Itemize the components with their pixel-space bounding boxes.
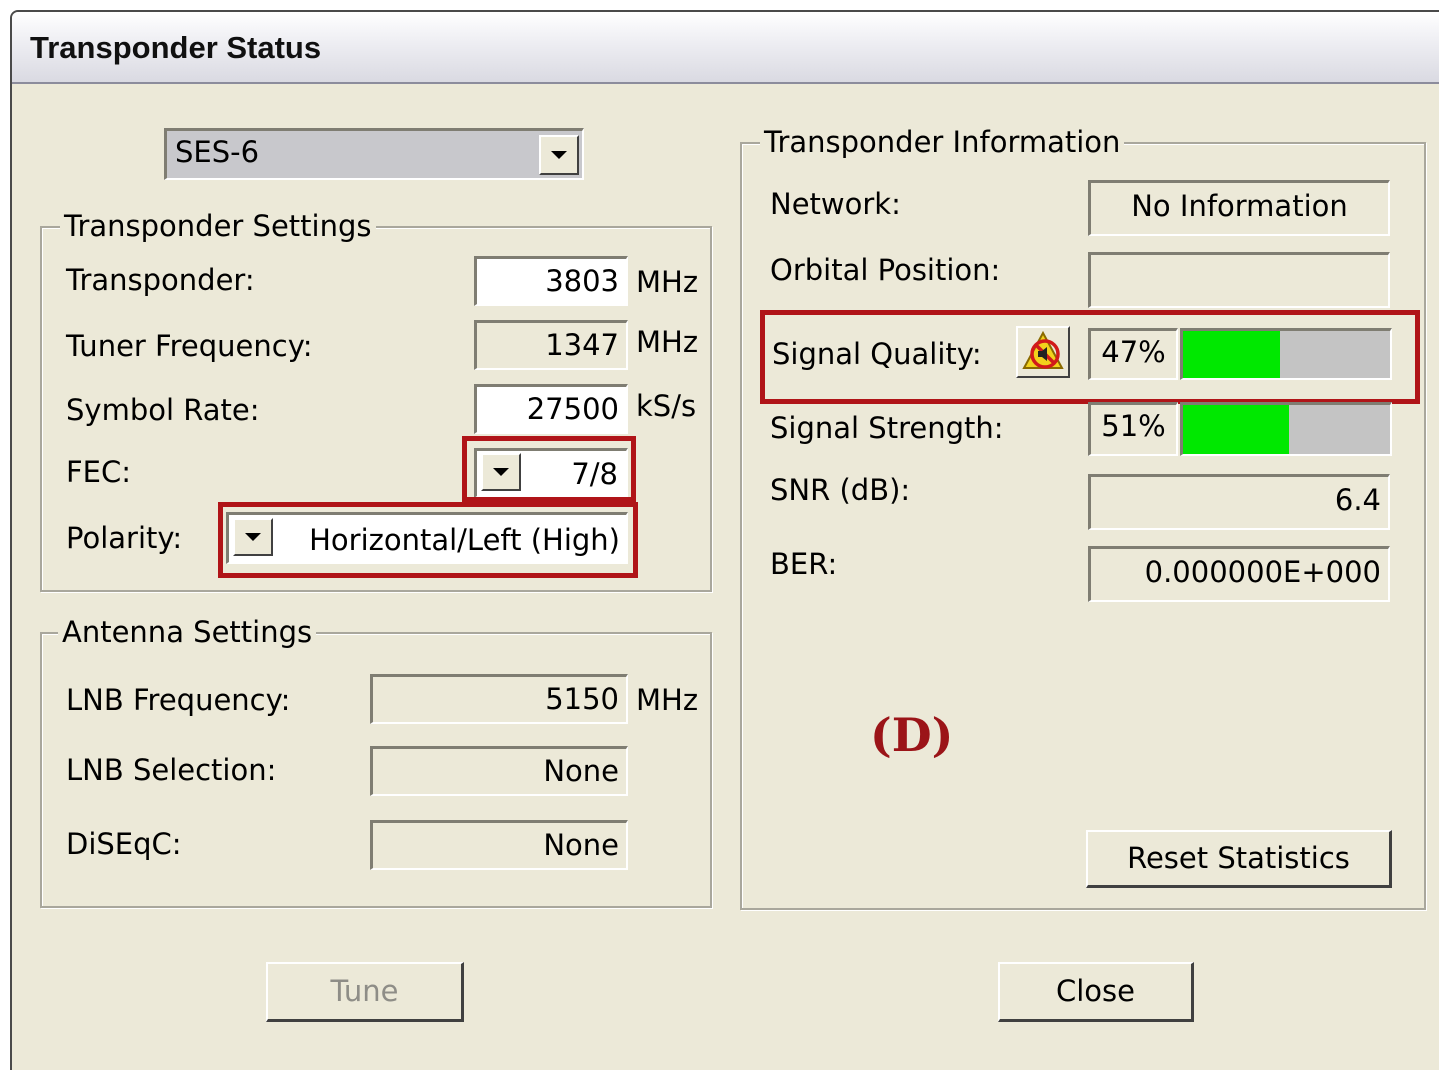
antenna-settings-legend: Antenna Settings bbox=[58, 618, 317, 647]
symbol-rate-label: Symbol Rate: bbox=[66, 393, 260, 427]
lnb-selection-label: LNB Selection: bbox=[66, 753, 277, 787]
network-field: No Information bbox=[1088, 180, 1390, 236]
tune-button[interactable]: Tune bbox=[266, 962, 464, 1022]
ber-field: 0.000000E+000 bbox=[1088, 546, 1390, 602]
lnb-frequency-unit: MHz bbox=[636, 683, 699, 717]
diseqc-label: DiSEqC: bbox=[66, 827, 182, 861]
satellite-dropdown-button[interactable] bbox=[539, 135, 579, 175]
lnb-frequency-label: LNB Frequency: bbox=[66, 683, 291, 717]
transponder-frequency-field[interactable]: 3803 bbox=[474, 256, 628, 306]
tuner-frequency-unit: MHz bbox=[636, 325, 699, 359]
fec-label: FEC: bbox=[66, 455, 132, 489]
signal-strength-bar bbox=[1180, 402, 1392, 456]
network-label: Network: bbox=[770, 187, 901, 221]
orbital-position-label: Orbital Position: bbox=[770, 253, 1001, 287]
lnb-selection-field: None bbox=[370, 746, 628, 796]
tuner-frequency-field: 1347 bbox=[474, 320, 628, 370]
transponder-information-legend: Transponder Information bbox=[760, 128, 1125, 157]
polarity-label: Polarity: bbox=[66, 521, 183, 555]
ber-label: BER: bbox=[770, 547, 838, 581]
close-button[interactable]: Close bbox=[998, 962, 1194, 1022]
transponder-label: Transponder: bbox=[66, 263, 255, 297]
signal-strength-value: 51% bbox=[1088, 402, 1178, 456]
chevron-down-icon bbox=[551, 151, 567, 159]
signal-strength-bar-fill bbox=[1183, 405, 1289, 454]
lnb-frequency-field: 5150 bbox=[370, 674, 628, 724]
fec-highlight-box bbox=[462, 436, 636, 502]
snr-field: 6.4 bbox=[1088, 474, 1390, 530]
orbital-position-field bbox=[1088, 252, 1390, 308]
transponder-settings-legend: Transponder Settings bbox=[60, 212, 376, 241]
signal-quality-highlight-box bbox=[760, 310, 1420, 404]
symbol-rate-field[interactable]: 27500 bbox=[474, 384, 628, 434]
annotation-label: (D) bbox=[870, 708, 954, 762]
snr-label: SNR (dB): bbox=[770, 473, 911, 507]
window-title: Transponder Status bbox=[30, 30, 322, 65]
tuner-frequency-label: Tuner Frequency: bbox=[66, 329, 313, 363]
satellite-select[interactable]: SES-6 bbox=[164, 128, 584, 180]
diseqc-field: None bbox=[370, 820, 628, 870]
reset-statistics-button[interactable]: Reset Statistics bbox=[1086, 830, 1392, 888]
satellite-select-value: SES-6 bbox=[175, 135, 260, 169]
signal-strength-label: Signal Strength: bbox=[770, 411, 1004, 445]
symbol-rate-unit: kS/s bbox=[636, 389, 697, 423]
transponder-unit: MHz bbox=[636, 265, 699, 299]
polarity-highlight-box bbox=[218, 502, 638, 578]
